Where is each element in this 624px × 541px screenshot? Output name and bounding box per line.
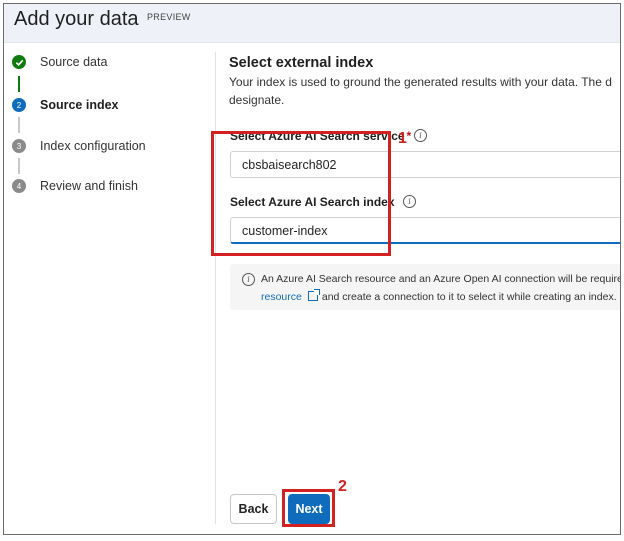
back-button[interactable]: Back <box>230 494 277 524</box>
external-link-icon <box>307 289 320 301</box>
step-label: Index configuration <box>40 139 146 153</box>
info-notice: i An Azure AI Search resource and an Azu… <box>230 264 621 310</box>
step-source-data[interactable]: Source data <box>12 55 107 69</box>
required-mark: * <box>406 129 412 143</box>
annotation-number-2: 2 <box>338 478 347 495</box>
step-label: Review and finish <box>40 179 138 193</box>
vertical-divider <box>215 52 216 524</box>
description-line: designate. <box>229 93 285 107</box>
notice-text-line2: resource and create a connection to it to… <box>261 289 617 303</box>
step-label: Source index <box>40 98 119 112</box>
step-review-and-finish[interactable]: 4 Review and finish <box>12 179 138 193</box>
step-label: Source data <box>40 55 108 69</box>
step-source-index[interactable]: 2 Source index <box>12 98 119 112</box>
info-icon: i <box>242 273 255 286</box>
step-number-icon: 4 <box>12 179 26 193</box>
notice-text: An Azure AI Search resource and an Azure… <box>261 273 621 285</box>
info-icon[interactable]: i <box>403 195 416 208</box>
step-number-icon: 3 <box>12 139 26 153</box>
section-description: Your index is used to ground the generat… <box>229 73 620 109</box>
next-button[interactable]: Next <box>288 494 330 524</box>
step-index-configuration[interactable]: 3 Index configuration <box>12 139 146 153</box>
annotation-number-1: 1 <box>398 130 407 147</box>
create-resource-link[interactable]: resource <box>261 291 302 303</box>
step-number-icon: 2 <box>12 98 26 112</box>
section-title: Select external index <box>229 55 374 71</box>
dialog-header: Add your data PREVIEW <box>4 4 620 43</box>
preview-badge: PREVIEW <box>147 12 191 22</box>
annotation-box-1 <box>211 131 391 256</box>
info-icon[interactable]: i <box>414 129 427 142</box>
notice-text-rest: and create a connection to it to select … <box>321 291 617 303</box>
dialog-title: Add your data <box>14 8 139 30</box>
step-connector-3 <box>18 158 20 174</box>
checkmark-icon <box>12 55 26 69</box>
description-line: Your index is used to ground the generat… <box>229 75 612 89</box>
step-connector-2 <box>18 117 20 133</box>
add-data-dialog: Add your data PREVIEW Source data 2 Sour… <box>3 3 621 535</box>
step-connector-1 <box>18 76 20 92</box>
